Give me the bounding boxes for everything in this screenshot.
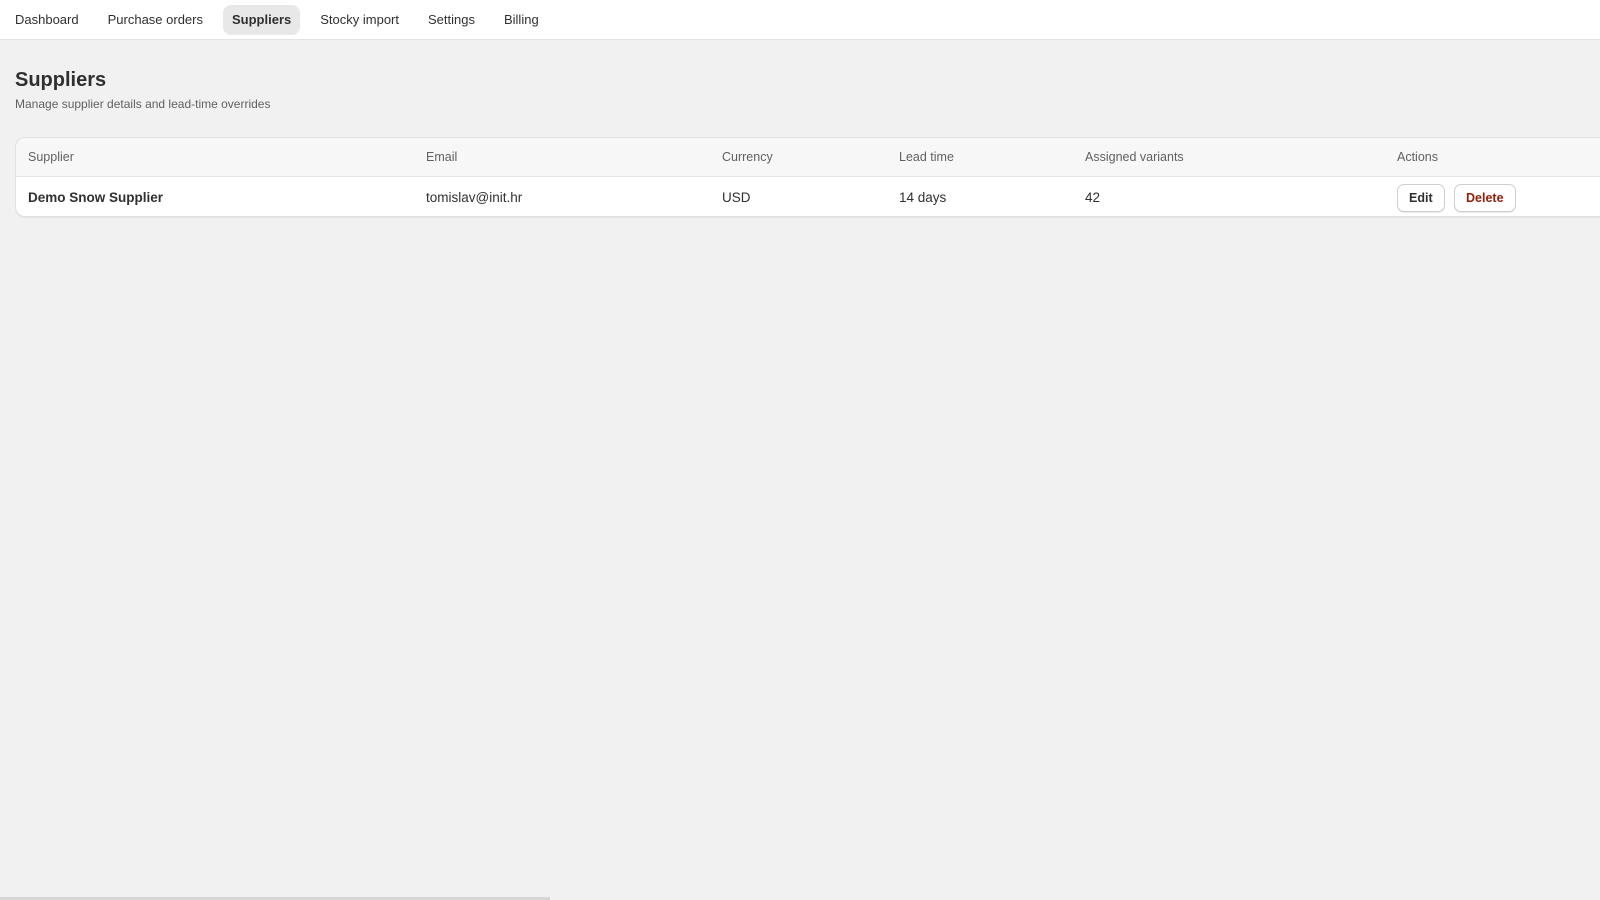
column-header-lead-time: Lead time (899, 150, 954, 164)
column-header-actions: Actions (1397, 150, 1438, 164)
supplier-lead-time: 14 days (899, 190, 947, 205)
delete-button[interactable]: Delete (1454, 184, 1516, 212)
supplier-email: tomislav@init.hr (426, 190, 523, 205)
table-header: Supplier Email Currency Lead time Assign… (16, 138, 1600, 177)
suppliers-table: Supplier Email Currency Lead time Assign… (15, 137, 1600, 217)
tab-purchase-orders[interactable]: Purchase orders (99, 5, 212, 35)
column-header-currency: Currency (722, 150, 773, 164)
top-navigation: Dashboard Purchase orders Suppliers Stoc… (0, 0, 1600, 40)
column-header-assigned-variants: Assigned variants (1085, 150, 1184, 164)
page-title: Suppliers (15, 69, 107, 91)
supplier-name: Demo Snow Supplier (28, 190, 164, 205)
tab-billing[interactable]: Billing (495, 5, 548, 35)
page-header: Suppliers Manage supplier details and le… (15, 66, 270, 111)
tab-stocky-import[interactable]: Stocky import (311, 5, 408, 35)
tab-dashboard[interactable]: Dashboard (6, 5, 88, 35)
column-header-supplier: Supplier (28, 150, 74, 164)
edit-button[interactable]: Edit (1397, 184, 1445, 212)
supplier-assigned-variants: 42 (1085, 190, 1101, 205)
tab-suppliers[interactable]: Suppliers (223, 4, 301, 35)
page-subtitle: Manage supplier details and lead-time ov… (15, 97, 271, 111)
table-row: Demo Snow Supplier tomislav@init.hr USD … (16, 177, 1600, 216)
tab-settings[interactable]: Settings (419, 5, 484, 35)
supplier-currency: USD (722, 190, 751, 205)
column-header-email: Email (426, 150, 458, 164)
